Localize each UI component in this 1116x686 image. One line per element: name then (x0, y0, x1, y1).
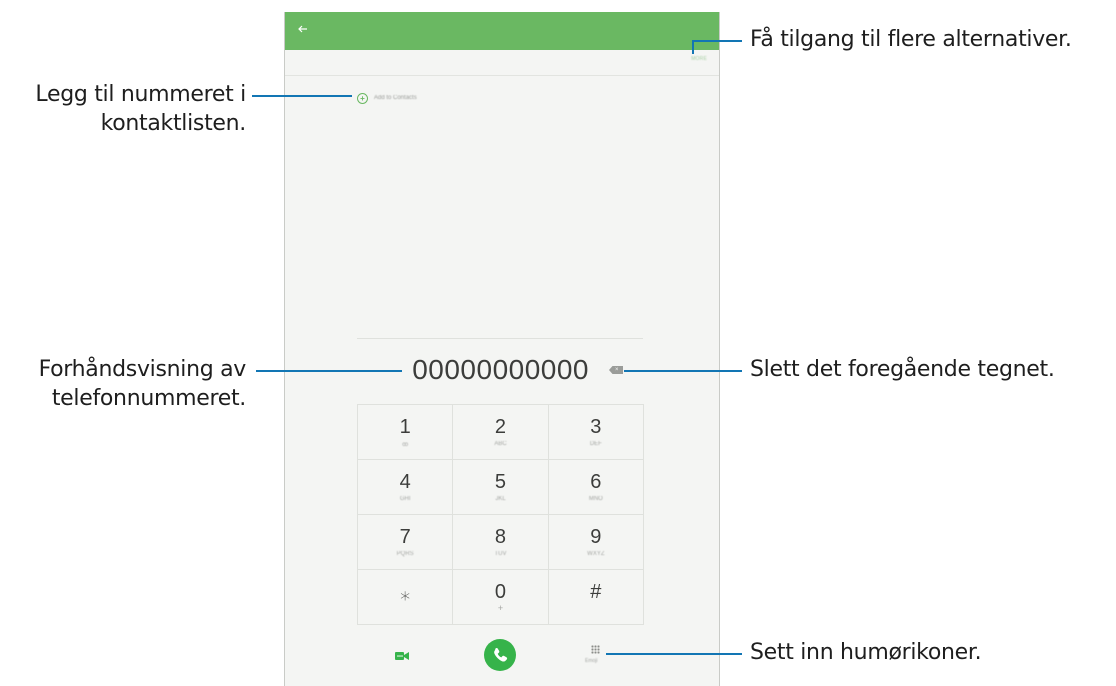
key-2[interactable]: 2 ABC (453, 405, 549, 460)
key-9[interactable]: 9 WXYZ (548, 515, 644, 570)
key-3[interactable]: 3 DEF (548, 405, 644, 460)
backspace-icon[interactable]: × (609, 366, 623, 374)
dial-keypad: 1ꝏ 2 ABC 3 DEF 4 GHI 5 JKL 6 MNO 7 PQRS 8 TUV 9… (357, 404, 644, 625)
key-digit: 0 (494, 581, 507, 603)
callout-text: Slett det foregående tegnet. (750, 357, 1055, 382)
call-action-bar: Emoji (285, 634, 719, 684)
key-letters: TUV (494, 551, 507, 557)
video-call-icon[interactable] (395, 648, 409, 660)
key-letters: DEF (589, 441, 602, 447)
plus-icon: + (357, 92, 368, 104)
divider (357, 338, 643, 339)
callout-more: Få tilgang til flere alternativer. (750, 25, 1072, 54)
callout-line-more-vertical (692, 40, 694, 54)
key-letters: GHI (399, 496, 411, 502)
key-0[interactable]: 0 + (453, 570, 549, 625)
more-button[interactable]: MORE (681, 50, 719, 70)
key-digit: ⁎ (400, 583, 411, 605)
key-digit: 2 (494, 416, 507, 438)
key-digit: 9 (590, 526, 602, 548)
key-8[interactable]: 8 TUV (453, 515, 549, 570)
key-star[interactable]: ⁎ (358, 570, 454, 625)
callout-text: kontaktlisten. (100, 111, 247, 136)
key-7[interactable]: 7 PQRS (358, 515, 454, 570)
key-1[interactable]: 1ꝏ (358, 405, 454, 460)
back-arrow-icon[interactable] (295, 21, 311, 37)
key-plus: + (497, 603, 504, 613)
callout-text: Sett inn humørikoner. (750, 640, 982, 665)
add-to-contacts-label: Add to Contacts (374, 95, 417, 101)
app-bar (285, 12, 719, 50)
more-label: MORE (691, 56, 707, 62)
callout-preview: Forhåndsvisning av telefonnummeret. (10, 355, 247, 413)
key-6[interactable]: 6 MNO (548, 460, 644, 515)
keypad-grid-icon (591, 645, 600, 654)
key-5[interactable]: 5 JKL (453, 460, 549, 515)
add-to-contacts-button[interactable]: + Add to Contacts (357, 90, 417, 106)
key-digit: 8 (494, 526, 507, 548)
key-letters: MNO (588, 496, 603, 502)
phone-screen: MORE + Add to Contacts 00000000000 × 1ꝏ … (284, 12, 720, 686)
divider (285, 75, 719, 76)
key-letters: JKL (495, 496, 506, 502)
phone-icon (494, 647, 508, 662)
emoji-button[interactable]: Emoji (585, 642, 605, 672)
key-letters: ABC (494, 441, 507, 447)
emoji-label: Emoji (585, 658, 598, 664)
callout-text: Få tilgang til flere alternativer. (750, 27, 1072, 52)
callout-line-more (692, 40, 742, 42)
key-digit: 7 (399, 526, 411, 548)
key-4[interactable]: 4 GHI (358, 460, 454, 515)
key-digit: 5 (494, 471, 507, 493)
key-hash[interactable]: # (548, 570, 644, 625)
key-letters: PQRS (396, 551, 414, 557)
callout-add-contacts: Legg til nummeret i kontaktlisten. (10, 80, 246, 138)
key-digit: 1 (399, 416, 411, 438)
callout-delete: Slett det foregående tegnet. (750, 355, 1055, 384)
callout-text: telefonnummeret. (51, 386, 246, 411)
key-digit: 3 (590, 416, 602, 438)
key-digit: 6 (590, 471, 602, 493)
callout-line-preview (256, 370, 402, 372)
key-digit: # (590, 581, 602, 603)
voicemail-icon: ꝏ (402, 442, 409, 448)
callout-text: Forhåndsvisning av (38, 357, 247, 382)
call-button[interactable] (484, 639, 516, 671)
callout-line-add-contacts (252, 95, 352, 97)
callout-line-delete (624, 370, 742, 372)
callout-line-emoji (606, 653, 742, 655)
key-digit: 4 (399, 471, 411, 493)
callout-text: Legg til nummeret i (35, 82, 246, 107)
key-letters: WXYZ (587, 551, 605, 557)
callout-emoji: Sett inn humørikoner. (750, 638, 982, 667)
